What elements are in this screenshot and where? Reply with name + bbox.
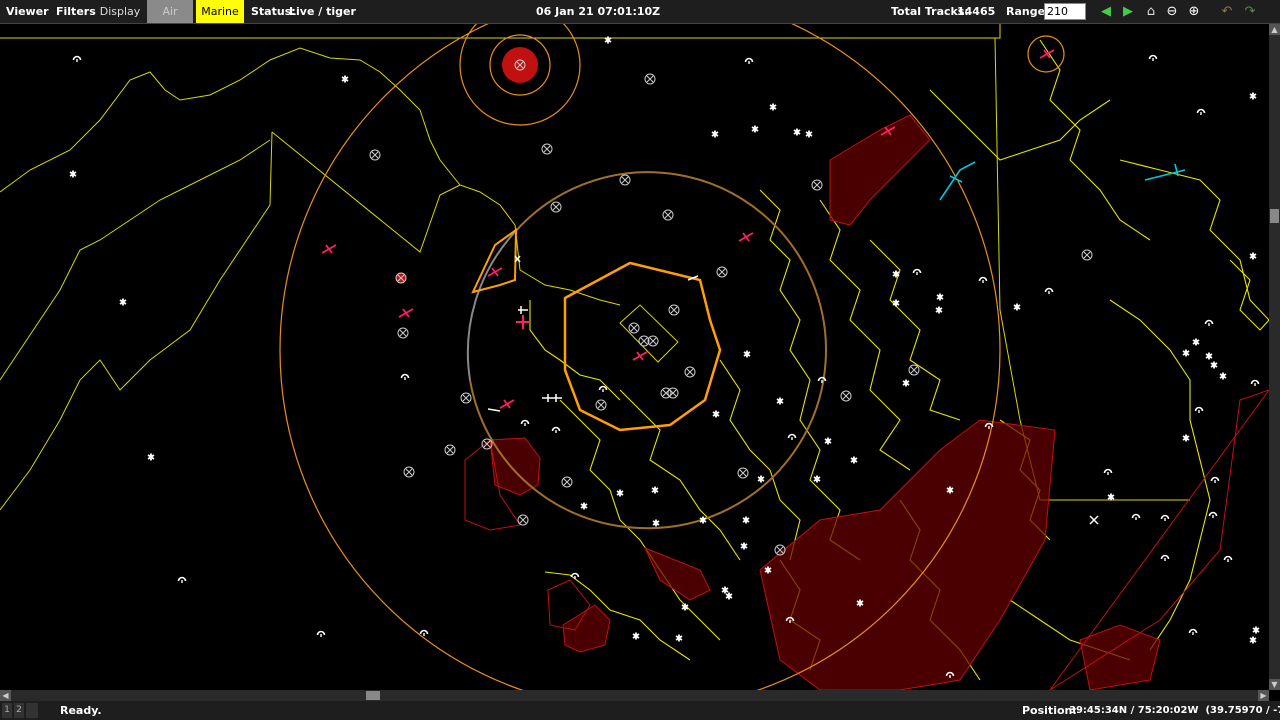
map-canvas[interactable] (0, 24, 1269, 690)
zoom-in-icon[interactable]: ⊕ (1185, 0, 1203, 23)
forward-arrow-icon[interactable]: ▶ (1119, 0, 1137, 23)
page-tab-1[interactable]: 1 (2, 703, 12, 718)
restricted-zones (464, 114, 1269, 690)
range-input[interactable] (1044, 3, 1086, 20)
zoom-out-icon[interactable]: ⊖ (1163, 0, 1181, 23)
undo-icon[interactable]: ↶ (1218, 0, 1236, 23)
scroll-up-arrow-icon[interactable]: ▲ (1269, 24, 1280, 35)
status-message: Ready. (60, 704, 102, 717)
back-arrow-icon[interactable]: ◀ (1097, 0, 1115, 23)
scroll-left-arrow-icon[interactable]: ◀ (0, 690, 11, 701)
page-tab-blank[interactable] (26, 703, 38, 718)
redo-icon[interactable]: ↷ (1241, 0, 1259, 23)
total-tracks-value: 14465 (957, 5, 996, 18)
vertical-scroll-thumb[interactable] (1270, 209, 1279, 223)
display-filter-button[interactable]: Display (96, 0, 144, 23)
air-filter-button[interactable]: Air (147, 0, 193, 23)
scroll-down-arrow-icon[interactable]: ▼ (1269, 679, 1280, 690)
position-readout: 39:45:34N / 75:20:02W (39.75970 / -75.33… (1069, 705, 1280, 716)
flagged-tracks[interactable] (321, 49, 1186, 409)
horizontal-scrollbar[interactable]: ◀ ▶ (0, 690, 1269, 701)
horizontal-scroll-thumb[interactable] (366, 691, 380, 700)
status-bar: 1 2 Ready. Position: 39:45:34N / 75:20:0… (0, 701, 1280, 720)
vertical-scrollbar[interactable]: ▲ ▼ (1269, 24, 1280, 690)
scroll-right-arrow-icon[interactable]: ▶ (1258, 690, 1269, 701)
status-value: Live / tiger (289, 5, 356, 18)
datetime-display: 06 Jan 21 07:01:10Z (536, 5, 661, 18)
page-tab-2[interactable]: 2 (14, 703, 24, 718)
filters-label: Filters: (56, 5, 101, 18)
map-viewport[interactable] (0, 24, 1269, 690)
home-icon[interactable]: ⌂ (1142, 0, 1160, 23)
range-label: Range: (1006, 5, 1050, 18)
viewer-menu[interactable]: Viewer (6, 0, 49, 23)
toolbar: Viewer Filters: Display Air Marine Statu… (0, 0, 1280, 24)
marine-filter-button[interactable]: Marine (196, 0, 244, 23)
